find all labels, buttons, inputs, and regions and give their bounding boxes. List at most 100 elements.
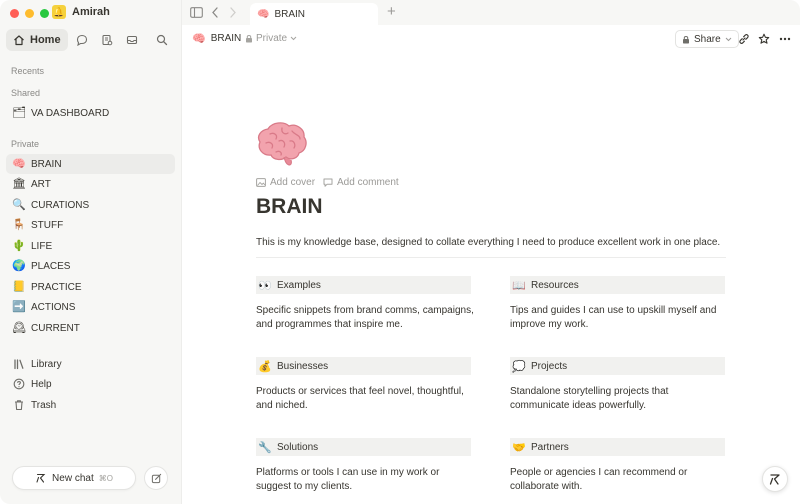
- add-comment-button[interactable]: Add comment: [323, 177, 399, 188]
- sidebar-top-nav: Home: [6, 29, 173, 51]
- sidebar-item-actions[interactable]: ➡️ ACTIONS: [6, 297, 175, 317]
- section-heading-label: Businesses: [277, 360, 329, 372]
- app-window: 🔔 Amirah Home Recents Shared 🗂 VA DASHBO…: [0, 0, 800, 504]
- section-text-projects[interactable]: Standalone storytelling projects that co…: [510, 385, 700, 413]
- zoom-window-button[interactable]: [40, 9, 49, 18]
- sidebar-item-help[interactable]: Help: [6, 374, 175, 394]
- section-text-solutions[interactable]: Platforms or tools I can use in my work …: [256, 466, 456, 494]
- search-button[interactable]: [151, 29, 173, 51]
- image-icon: [256, 178, 266, 187]
- favorite-button[interactable]: [756, 31, 772, 47]
- ai-face-icon: [36, 473, 46, 483]
- section-heading-solutions[interactable]: 🔧 Solutions: [256, 438, 471, 456]
- notebook-icon: 📒: [12, 280, 26, 293]
- workspace-bell-icon[interactable]: 🔔: [52, 5, 66, 19]
- section-text-businesses[interactable]: Products or services that feel novel, th…: [256, 385, 468, 413]
- window-controls: [10, 9, 49, 18]
- chevron-left-icon: [212, 6, 218, 18]
- sidebar: 🔔 Amirah Home Recents Shared 🗂 VA DASHBO…: [0, 0, 182, 504]
- sidebar-item-label: CURATIONS: [31, 199, 90, 211]
- sidebar-item-label: Library: [31, 358, 62, 370]
- sidebar-item-trash[interactable]: Trash: [6, 395, 175, 415]
- add-comment-label: Add comment: [337, 177, 399, 188]
- inbox-button[interactable]: [121, 29, 143, 51]
- workspace-name[interactable]: Amirah: [72, 6, 110, 18]
- section-heading-examples[interactable]: 👀 Examples: [256, 276, 471, 294]
- section-heading-label: Partners: [531, 441, 569, 453]
- sidebar-item-practice[interactable]: 📒 PRACTICE: [6, 277, 175, 297]
- home-button[interactable]: Home: [6, 29, 68, 51]
- forward-button[interactable]: [227, 4, 239, 20]
- sidebar-item-brain[interactable]: 🧠 BRAIN: [6, 154, 175, 174]
- chair-icon: 🪑: [12, 218, 26, 231]
- section-text-examples[interactable]: Specific snippets from brand comms, camp…: [256, 304, 476, 332]
- eyes-icon: 👀: [258, 278, 272, 292]
- mantel-clock-icon: 🕰: [12, 321, 26, 334]
- sidebar-item-places[interactable]: 🌍 PLACES: [6, 256, 175, 276]
- chevron-down-icon: [290, 36, 297, 41]
- chevron-right-icon: [230, 6, 236, 18]
- museum-icon: 🏛: [12, 177, 26, 190]
- sidebar-item-library[interactable]: Library: [6, 354, 175, 374]
- brain-icon: 🧠: [257, 8, 270, 20]
- private-section-label[interactable]: Private: [11, 139, 39, 149]
- close-window-button[interactable]: [10, 9, 19, 18]
- page-description[interactable]: This is my knowledge base, designed to c…: [256, 237, 720, 248]
- recents-section-label[interactable]: Recents: [11, 66, 44, 76]
- inbox-icon: [126, 35, 137, 45]
- sidebar-item-curations[interactable]: 🔍 CURATIONS: [6, 195, 175, 215]
- sidebar-item-current[interactable]: 🕰 CURRENT: [6, 318, 175, 338]
- more-options-button[interactable]: [777, 31, 793, 47]
- page-title[interactable]: BRAIN: [256, 195, 323, 219]
- sidebar-item-stuff[interactable]: 🪑 STUFF: [6, 215, 175, 235]
- sidebar-item-label: Trash: [31, 399, 57, 411]
- sidebar-item-va-dashboard[interactable]: 🗂 VA DASHBOARD: [6, 103, 175, 123]
- star-icon: [758, 33, 770, 44]
- new-tab-button[interactable]: +: [387, 4, 396, 20]
- more-dots-icon: [779, 37, 791, 41]
- back-button[interactable]: [209, 4, 221, 20]
- new-page-button[interactable]: [144, 466, 168, 490]
- add-cover-button[interactable]: Add cover: [256, 177, 315, 188]
- compose-icon: [151, 473, 161, 483]
- section-heading-resources[interactable]: 📖 Resources: [510, 276, 725, 294]
- chat-button[interactable]: [71, 29, 93, 51]
- ai-face-icon: [769, 474, 780, 485]
- sidebar-item-label: ACTIONS: [31, 301, 76, 313]
- ai-assistant-button[interactable]: [762, 466, 788, 492]
- minimize-window-button[interactable]: [25, 9, 34, 18]
- tab-brain[interactable]: 🧠 BRAIN: [250, 3, 378, 25]
- sidebar-item-life[interactable]: 🌵 LIFE: [6, 236, 175, 256]
- new-chat-shortcut: ⌘O: [98, 473, 113, 483]
- sidebar-item-label: BRAIN: [31, 158, 62, 170]
- breadcrumb[interactable]: 🧠 BRAIN: [192, 32, 241, 45]
- cactus-icon: 🌵: [12, 239, 26, 252]
- section-heading-businesses[interactable]: 💰 Businesses: [256, 357, 471, 375]
- page-header-bar: 🧠 BRAIN Private Share: [182, 25, 800, 53]
- privacy-dropdown[interactable]: Private: [245, 33, 297, 44]
- sidebar-item-label: STUFF: [31, 219, 64, 231]
- sidebar-item-art[interactable]: 🏛 ART: [6, 174, 175, 194]
- brain-icon: 🧠: [12, 157, 26, 170]
- section-heading-projects[interactable]: 💭 Projects: [510, 357, 725, 375]
- notes-icon: [102, 34, 112, 46]
- toggle-sidebar-button[interactable]: [188, 4, 204, 20]
- breadcrumb-label: BRAIN: [210, 33, 242, 44]
- dashboard-folder-icon: 🗂: [12, 106, 26, 119]
- shared-section-label[interactable]: Shared: [11, 88, 40, 98]
- section-heading-label: Resources: [531, 279, 579, 291]
- tab-label: BRAIN: [274, 8, 306, 20]
- library-icon: [11, 354, 27, 374]
- share-button[interactable]: Share: [675, 30, 739, 48]
- section-heading-partners[interactable]: 🤝 Partners: [510, 438, 725, 456]
- section-text-resources[interactable]: Tips and guides I can use to upskill mys…: [510, 304, 720, 332]
- sidebar-item-label: Help: [31, 378, 52, 390]
- meeting-notes-button[interactable]: [96, 29, 118, 51]
- copy-link-button[interactable]: [736, 31, 752, 47]
- globe-icon: 🌍: [12, 259, 26, 272]
- section-text-partners[interactable]: People or agencies I can recommend or co…: [510, 466, 700, 494]
- home-label: Home: [30, 34, 61, 46]
- privacy-label: Private: [256, 33, 288, 44]
- new-chat-button[interactable]: New chat ⌘O: [12, 466, 136, 490]
- page-brain-icon[interactable]: [254, 119, 310, 167]
